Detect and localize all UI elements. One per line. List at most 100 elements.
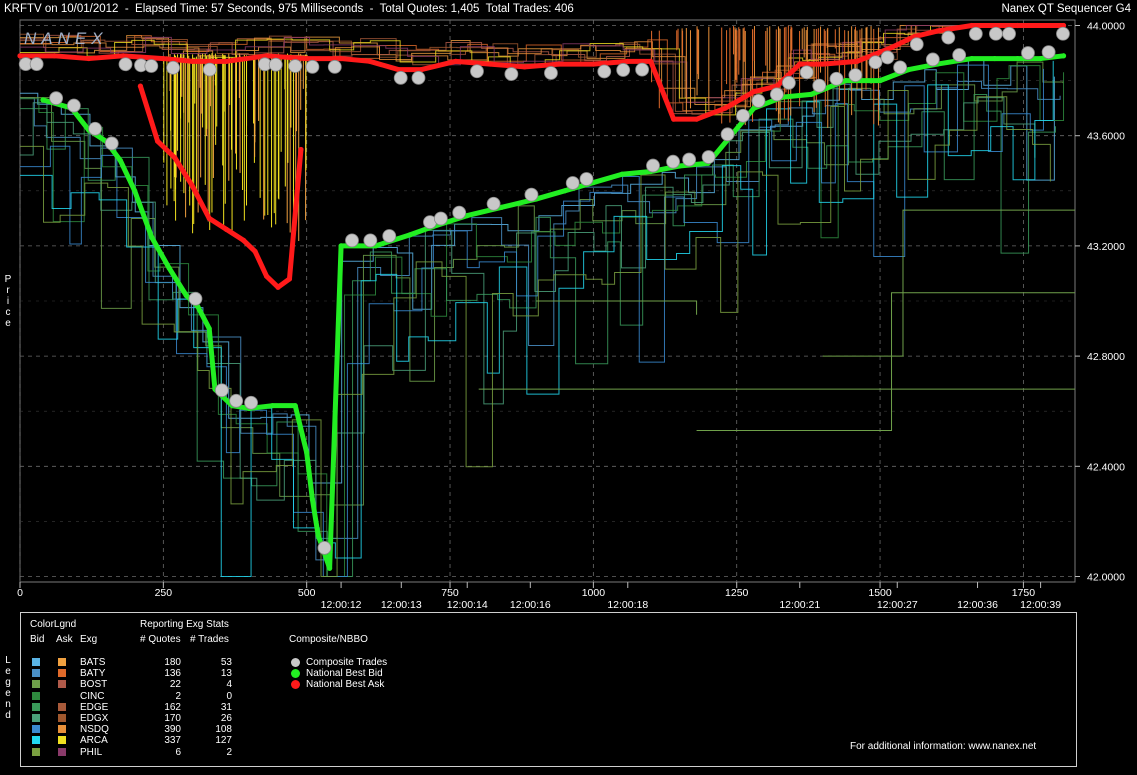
national-best-ask-point	[189, 58, 195, 64]
bid-color-swatch	[32, 702, 40, 711]
national-best-ask-point	[367, 58, 373, 64]
national-best-bid-point	[183, 292, 189, 299]
y-tick-label: 43.2000	[1087, 241, 1125, 253]
national-best-ask-point	[453, 58, 459, 64]
composite-trade-marker	[433, 211, 448, 226]
composite-trade-marker	[49, 91, 64, 106]
x-tick-label: 750	[441, 587, 459, 599]
exchange-trades: 4	[226, 679, 232, 691]
ask-color-swatch	[58, 725, 66, 734]
national-best-ask-point	[625, 58, 631, 64]
national-best-bid-point	[292, 403, 298, 409]
national-best-ask-point	[206, 215, 212, 221]
legend-side-label-char: g	[5, 677, 11, 688]
national-best-bid-point	[407, 232, 413, 238]
national-best-ask-point	[286, 276, 293, 282]
national-best-bid-point	[1037, 55, 1044, 62]
national-best-ask-point	[275, 284, 281, 290]
legend-stats-title: Reporting Exg Stats	[140, 619, 229, 630]
composite-trade-marker	[144, 59, 159, 73]
national-best-ask-point	[820, 61, 826, 67]
composite-trade-marker	[288, 59, 303, 73]
price-chart: 42.0000 42.4000 42.8000 43.2000 43.6000 44.00…	[17, 19, 1125, 611]
national-best-bid-point	[338, 243, 344, 249]
time-label: 12:00:14	[447, 599, 488, 611]
exchange-trades: 2	[226, 746, 232, 758]
national-best-bid-point	[843, 78, 849, 84]
composite-trade-marker	[411, 70, 426, 85]
exchange-name: BATS	[80, 657, 106, 668]
composite-trade-marker	[1056, 26, 1070, 41]
composite-trade-marker	[565, 176, 580, 190]
exchange-quotes: 136	[164, 668, 181, 680]
nbbo-label: National Best Ask	[306, 679, 385, 691]
bid-color-swatch	[32, 736, 40, 745]
exchange-name: BATY	[80, 668, 106, 680]
composite-trade-marker	[597, 64, 612, 79]
composite-trade-marker	[88, 121, 103, 136]
composite-trade-marker	[893, 60, 908, 75]
national-best-bid-point	[808, 91, 814, 97]
national-best-ask-point	[751, 89, 757, 95]
legend-color-title: ColorLgnd	[30, 619, 77, 630]
exchange-name: EDGE	[80, 701, 109, 713]
national-best-bid-point	[969, 55, 975, 62]
composite-trade-marker	[345, 233, 359, 248]
national-best-ask-point	[888, 44, 895, 51]
ask-color-swatch	[58, 747, 66, 756]
legend-ask-header: Ask	[56, 634, 73, 645]
ask-color-swatch	[58, 691, 66, 700]
national-best-ask-point	[223, 226, 230, 232]
national-best-ask-point	[86, 55, 92, 62]
composite-trade-marker	[66, 98, 81, 113]
composite-trade-marker	[470, 64, 484, 79]
exchange-quotes: 2	[175, 690, 181, 702]
national-best-ask-point	[155, 138, 161, 144]
price-side-label-char: c	[5, 307, 11, 318]
composite-trade-marker	[382, 229, 397, 243]
composite-trade-marker	[202, 62, 217, 77]
national-best-bid-point	[40, 97, 46, 103]
national-best-ask-point	[189, 182, 195, 188]
exchange-name: BOST	[80, 679, 108, 691]
bid-color-swatch	[32, 714, 40, 722]
composite-trade-marker	[781, 75, 796, 90]
y-tick-label: 42.4000	[1087, 461, 1125, 473]
exchange-quotes: 6	[175, 746, 181, 758]
composite-trade-marker	[909, 37, 924, 52]
composite-trade-marker	[544, 66, 558, 80]
exchange-trades: 26	[220, 713, 232, 724]
composite-trade-marker	[848, 68, 863, 82]
legend-side-label-char: e	[5, 688, 11, 699]
y-tick-label: 44.0000	[1087, 21, 1125, 33]
national-best-ask-point	[722, 105, 728, 111]
price-side-label-char: e	[5, 318, 11, 329]
nanex-watermark: NANEX	[24, 29, 108, 48]
composite-trade-marker	[244, 395, 258, 410]
composite-trade-marker	[268, 57, 283, 72]
composite-trade-marker	[524, 187, 539, 202]
ask-color-swatch	[58, 669, 66, 678]
time-label: 12:00:13	[381, 599, 422, 611]
national-best-ask-point	[263, 273, 270, 279]
ask-color-swatch	[58, 714, 66, 722]
composite-trade-marker	[635, 62, 650, 77]
y-tick-label: 42.0000	[1087, 571, 1125, 583]
composite-trade-marker	[214, 383, 229, 398]
national-best-ask-point	[934, 28, 940, 34]
exchange-trades: 108	[215, 724, 232, 736]
x-tick-label: 1000	[582, 587, 606, 599]
legend-footer: For additional information: www.nanex.ne…	[850, 741, 1037, 752]
legend-trades-header: # Trades	[190, 634, 229, 645]
y-tick-label: 43.6000	[1087, 131, 1125, 143]
national-best-bid-point	[1015, 55, 1021, 62]
bid-color-swatch	[32, 691, 40, 700]
time-label: 12:00:16	[510, 599, 551, 611]
national-best-bid-point	[619, 171, 625, 177]
legend-bid-header: Bid	[30, 634, 45, 645]
national-best-ask-point	[51, 53, 58, 59]
national-best-ask-point	[797, 61, 803, 67]
national-best-bid-point	[877, 78, 883, 84]
time-label: 12:00:27	[877, 599, 918, 611]
national-best-ask-point	[298, 146, 304, 153]
